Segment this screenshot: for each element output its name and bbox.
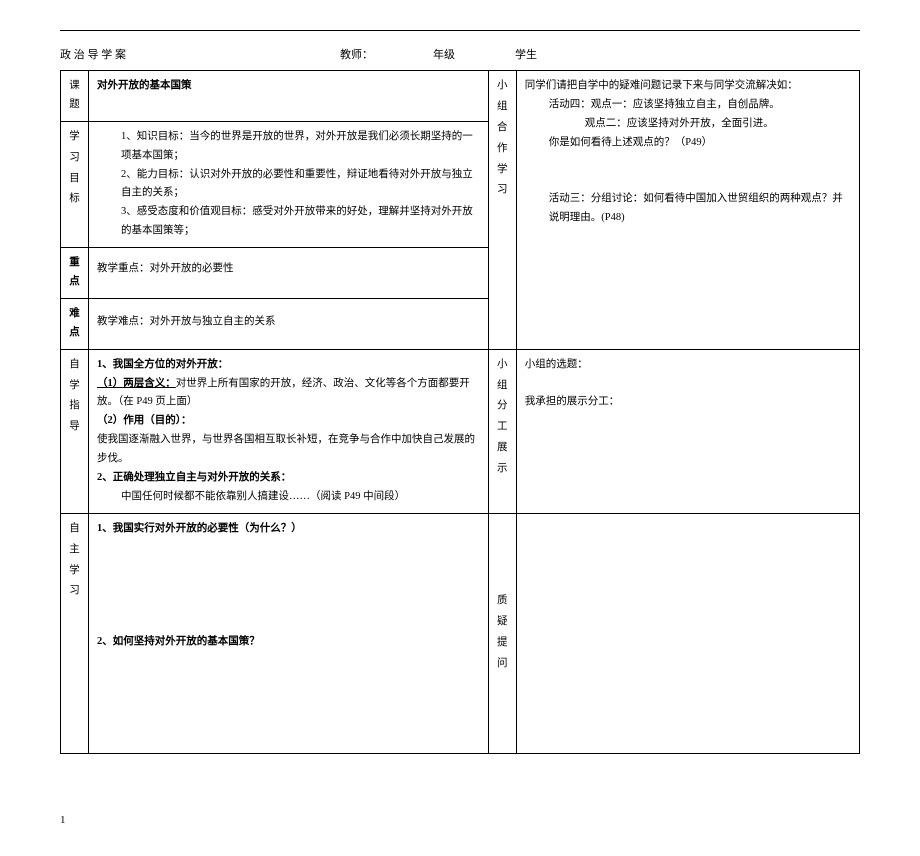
grade-label: 年级: [433, 46, 455, 62]
r2-line2: 我承担的展示分工：: [525, 393, 851, 412]
top-rule: [60, 30, 860, 31]
l: 主: [69, 541, 80, 560]
l: 组: [497, 98, 508, 117]
zixue-p4: 中国任何时候都不能依靠别人搞建设……（阅读 P49 中间段）: [97, 488, 480, 507]
label-zhongdian: 重点: [61, 248, 89, 299]
header-row: 政 治 导 学 案 教师： 年级 学生: [60, 46, 860, 62]
label-fengong: 小 组 分 工 展 示: [488, 349, 516, 513]
l: 学: [69, 562, 80, 581]
l: 问: [497, 655, 508, 674]
l: 学: [69, 128, 80, 147]
value-zizhu: 1、我国实行对外开放的必要性（为什么？） 2、如何坚持对外开放的基本国策？: [89, 513, 489, 753]
l: 分: [497, 397, 508, 416]
label-keti: 课题: [61, 71, 89, 122]
l: 学: [497, 161, 508, 180]
l: 作: [497, 140, 508, 159]
page-number: 1: [60, 814, 860, 826]
value-zixue: 1、我国全方位的对外开放： （1）两层含义：对世界上所有国家的开放，经济、政治、…: [89, 349, 489, 513]
l: 习: [69, 582, 80, 601]
l: 导: [69, 418, 80, 437]
zixue-h1: 1、我国全方位的对外开放：: [97, 356, 480, 375]
value-mubiao: 1、知识目标：当今的世界是开放的世界，对外开放是我们必须长期坚持的一项基本国策；…: [89, 121, 489, 247]
l: 疑: [497, 613, 508, 632]
label-zixue: 自 学 指 导: [61, 349, 89, 513]
l: 习: [497, 181, 508, 200]
zizhu-q1: 1、我国实行对外开放的必要性（为什么？）: [97, 520, 480, 539]
mubiao-3: 3、感受态度和价值观目标：感受对外开放带来的好处，理解并坚持对外开放的基本国策等…: [97, 203, 480, 241]
zixue-p3: 使我国逐渐融入世界，与世界各国相互取长补短，在竞争与合作中加快自己发展的步伐。: [97, 431, 480, 469]
l: 指: [69, 397, 80, 416]
zixue-h2: 2、正确处理独立自主与对外开放的关系：: [97, 469, 480, 488]
l: 习: [69, 149, 80, 168]
l: 目: [69, 170, 80, 189]
zixue-p1: （1）两层含义：对世界上所有国家的开放，经济、政治、文化等各个方面都要开放。（在…: [97, 375, 480, 413]
header-meta: 教师： 年级 学生: [340, 46, 567, 62]
r1-line4: 你是如何看待上述观点的？（P49）: [525, 134, 851, 153]
l: 自: [69, 356, 80, 375]
table-row: 自 学 指 导 1、我国全方位的对外开放： （1）两层含义：对世界上所有国家的开…: [61, 349, 860, 513]
label-hezuo: 小 组 合 作 学 习: [488, 71, 516, 350]
content-fengong: 小组的选题： 我承担的展示分工：: [516, 349, 859, 513]
value-keti: 对外开放的基本国策: [89, 71, 489, 122]
l: 组: [497, 377, 508, 396]
l: 质: [497, 592, 508, 611]
label-nandian: 难点: [61, 298, 89, 349]
value-nandian: 教学难点：对外开放与独立自主的关系: [89, 298, 489, 349]
l: 合: [497, 119, 508, 138]
l: 学: [69, 377, 80, 396]
content-zhiyi: [516, 513, 859, 753]
label-zizhu: 自 主 学 习: [61, 513, 89, 753]
student-label: 学生: [515, 46, 537, 62]
label-zhiyi: 质 疑 提 问: [488, 513, 516, 753]
content-hezuo: 同学们请把自学中的疑难问题记录下来与同学交流解决如： 活动四：观点一：应该坚持独…: [516, 71, 859, 350]
lesson-table: 课题 对外开放的基本国策 小 组 合 作 学 习 同学们请把自学中的疑难问题记录…: [60, 70, 860, 754]
r1-line2: 活动四：观点一：应该坚持独立自主，自创品牌。: [525, 96, 851, 115]
r1-line3: 观点二：应该坚持对外开放，全面引进。: [525, 115, 851, 134]
l: 小: [497, 77, 508, 96]
r1-line1: 同学们请把自学中的疑难问题记录下来与同学交流解决如：: [525, 77, 851, 96]
l: 小: [497, 356, 508, 375]
mubiao-2: 2、能力目标：认识对外开放的必要性和重要性，辩证地看待对外开放与独立自主的关系；: [97, 166, 480, 204]
keti-text: 对外开放的基本国策: [97, 80, 192, 91]
l: 自: [69, 520, 80, 539]
l: 工: [497, 418, 508, 437]
l: 标: [69, 190, 80, 209]
zixue-p2: （2）作用（目的）：: [97, 412, 480, 431]
zixue-p1a: （1）两层含义：: [97, 378, 176, 389]
doc-title: 政 治 导 学 案: [60, 46, 340, 62]
label-mubiao: 学 习 目 标: [61, 121, 89, 247]
value-zhongdian: 教学重点：对外开放的必要性: [89, 248, 489, 299]
mubiao-1: 1、知识目标：当今的世界是开放的世界，对外开放是我们必须长期坚持的一项基本国策；: [97, 128, 480, 166]
r1-line5: 活动三：分组讨论：如何看待中国加入世贸组织的两种观点？并说明理由。(P48): [525, 190, 851, 228]
l: 提: [497, 634, 508, 653]
l: 展: [497, 439, 508, 458]
table-row: 课题 对外开放的基本国策 小 组 合 作 学 习 同学们请把自学中的疑难问题记录…: [61, 71, 860, 122]
zizhu-q2: 2、如何坚持对外开放的基本国策？: [97, 633, 480, 652]
l: 示: [497, 460, 508, 479]
r2-line1: 小组的选题：: [525, 356, 851, 375]
teacher-label: 教师：: [340, 46, 373, 62]
